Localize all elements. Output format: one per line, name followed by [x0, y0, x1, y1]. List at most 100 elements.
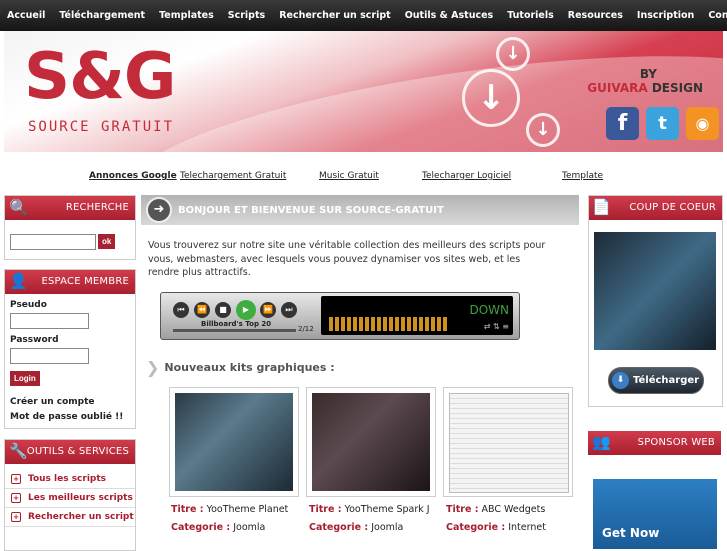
header-banner: S&G SOURCE GRATUIT ↓ ↓ ↓ BY GUIVARA DESI…	[4, 31, 723, 152]
design-credit-name: GUIVARA	[587, 81, 648, 95]
nav-contact[interactable]: Contact	[701, 10, 727, 21]
member-box: 👤 Espace membre Pseudo Password Login Cr…	[4, 269, 136, 429]
previous-icon[interactable]: ⏮	[173, 302, 189, 318]
tools-icon: 🔧	[9, 442, 28, 460]
nav-inscription[interactable]: Inscription	[630, 10, 701, 21]
coup-de-coeur-header: 📄 Coup de coeur	[589, 196, 722, 220]
kits-heading: ❯ Nouveaux kits graphiques :	[146, 358, 335, 377]
kit-thumbnail[interactable]	[169, 387, 299, 497]
rss-icon[interactable]: ◉	[686, 107, 719, 140]
coup-de-coeur-title: Coup de coeur	[629, 202, 716, 213]
search-box-title: Recherche	[65, 202, 129, 213]
download-label: Télécharger	[633, 375, 700, 386]
chevron-right-icon: ❯	[146, 358, 160, 377]
forward-icon[interactable]: ⏩	[260, 302, 276, 318]
twitter-icon[interactable]: t	[646, 107, 679, 140]
tools-box-header: 🔧 Outils & services	[5, 440, 135, 464]
pseudo-label: Pseudo	[10, 300, 47, 310]
login-button[interactable]: Login	[10, 371, 40, 386]
arrow-right-icon: ➜	[146, 197, 172, 223]
featured-template-image[interactable]	[594, 232, 716, 350]
ad-link[interactable]: Music Gratuit	[319, 171, 379, 181]
tools-item-label: Rechercher un script	[28, 512, 134, 522]
equalizer	[329, 317, 449, 331]
search-button[interactable]: ok	[98, 234, 116, 249]
track-title: Billboard's Top 20	[201, 320, 272, 328]
kit-category-label: Categorie :	[446, 522, 506, 533]
tools-box-title: Outils & services	[26, 446, 129, 457]
tools-item[interactable]: + Rechercher un script	[5, 508, 135, 527]
users-icon: 👥	[592, 433, 611, 451]
get-now-label[interactable]: Get Now	[602, 526, 659, 540]
nav-templates[interactable]: Templates	[152, 10, 221, 21]
rewind-icon[interactable]: ⏪	[194, 302, 210, 318]
tools-item-label: Tous les scripts	[28, 474, 107, 484]
sponsor-banner[interactable]: Get Now	[593, 479, 717, 549]
track-counter: 2/12	[298, 325, 314, 333]
magnifier-icon: 🔍	[9, 198, 29, 217]
search-box-header: 🔍 Recherche	[5, 196, 135, 220]
ads-label[interactable]: Annonces Google	[89, 171, 177, 181]
play-icon[interactable]: ▶	[236, 300, 256, 320]
stop-icon[interactable]: ■	[215, 302, 231, 318]
user-icon: 👤	[9, 272, 28, 290]
kit-title[interactable]: YooTheme Planet	[207, 504, 289, 515]
pseudo-input[interactable]	[10, 313, 89, 329]
nav-telechargement[interactable]: Téléchargement	[52, 10, 152, 21]
kit-title-label: Titre :	[446, 504, 479, 515]
ad-link[interactable]: Template	[562, 171, 603, 181]
main-content: ➜ BONJOUR ET BIENVENUE SUR SOURCE-GRATUI…	[141, 195, 579, 533]
tools-item[interactable]: + Les meilleurs scripts	[5, 489, 135, 508]
nav-outils[interactable]: Outils & Astuces	[398, 10, 501, 21]
next-icon[interactable]: ⏭	[281, 302, 297, 318]
download-button[interactable]: ⬇ Télécharger	[608, 367, 704, 394]
kit-title[interactable]: YooTheme Spark J	[345, 504, 430, 515]
nav-scripts[interactable]: Scripts	[221, 10, 272, 21]
kit-info: Titre : YooTheme Spark J Categorie : Joo…	[309, 501, 439, 537]
design-credit-by: BY	[639, 67, 657, 81]
site-logo-subtitle: SOURCE GRATUIT	[28, 119, 175, 135]
download-arrow-icon: ↓	[462, 69, 520, 127]
kit-thumbnail[interactable]	[306, 387, 436, 497]
template-preview-image	[175, 393, 293, 491]
kit-thumbnail[interactable]	[443, 387, 573, 497]
kits-title: Nouveaux kits graphiques :	[164, 361, 335, 374]
kit-category-label: Categorie :	[171, 522, 231, 533]
password-input[interactable]	[10, 348, 89, 364]
ad-link[interactable]: Telechargement Gratuit	[180, 171, 286, 181]
download-icon: ⬇	[612, 372, 629, 389]
nav-resources[interactable]: Resources	[561, 10, 630, 21]
plus-icon: +	[11, 512, 21, 522]
tools-item-label: Les meilleurs scripts	[28, 493, 133, 503]
lcd-text: DOWN	[469, 303, 509, 317]
nav-accueil[interactable]: Accueil	[0, 10, 52, 21]
search-input[interactable]	[10, 234, 96, 250]
coup-de-coeur-box: 📄 Coup de coeur ⬇ Télécharger	[588, 195, 723, 407]
tools-item[interactable]: + Tous les scripts	[5, 470, 135, 489]
site-logo[interactable]: S&G	[24, 45, 176, 109]
document-icon: 📄	[592, 198, 611, 216]
facebook-icon[interactable]: f	[606, 107, 639, 140]
music-player: ⏮ ⏪ ■ ▶ ⏩ ⏭ Billboard's Top 20 2/12 DOWN…	[160, 292, 520, 340]
kit-category: Joomla	[233, 522, 266, 533]
sponsor-box-header: 👥 Sponsor web	[588, 431, 721, 455]
design-credit-suffix: DESIGN	[647, 81, 703, 95]
kit-title[interactable]: ABC Wedgets	[482, 504, 546, 515]
progress-bar[interactable]	[173, 329, 296, 332]
forgot-password-link[interactable]: Mot de passe oublié !!	[10, 412, 123, 422]
intro-text: Vous trouverez sur notre site une vérita…	[148, 240, 546, 278]
tools-box: 🔧 Outils & services + Tous les scripts + L…	[4, 439, 136, 551]
kit-category-label: Categorie :	[309, 522, 369, 533]
nav-rechercher[interactable]: Rechercher un script	[272, 10, 398, 21]
kit-title-label: Titre :	[171, 504, 204, 515]
member-box-title: Espace membre	[41, 276, 129, 287]
plus-icon: +	[11, 493, 21, 503]
kit-info: Titre : ABC Wedgets Categorie : Internet	[446, 501, 576, 537]
kit-category: Internet	[508, 522, 546, 533]
create-account-link[interactable]: Créer un compte	[10, 397, 95, 407]
top-nav: Accueil Téléchargement Templates Scripts…	[0, 0, 727, 31]
nav-tutoriels[interactable]: Tutoriels	[500, 10, 561, 21]
player-controls-icons[interactable]: ⇄ ⇅ ≡	[484, 322, 509, 331]
ad-link[interactable]: Telecharger Logiciel	[422, 171, 511, 181]
search-box: 🔍 Recherche ok	[4, 195, 136, 260]
